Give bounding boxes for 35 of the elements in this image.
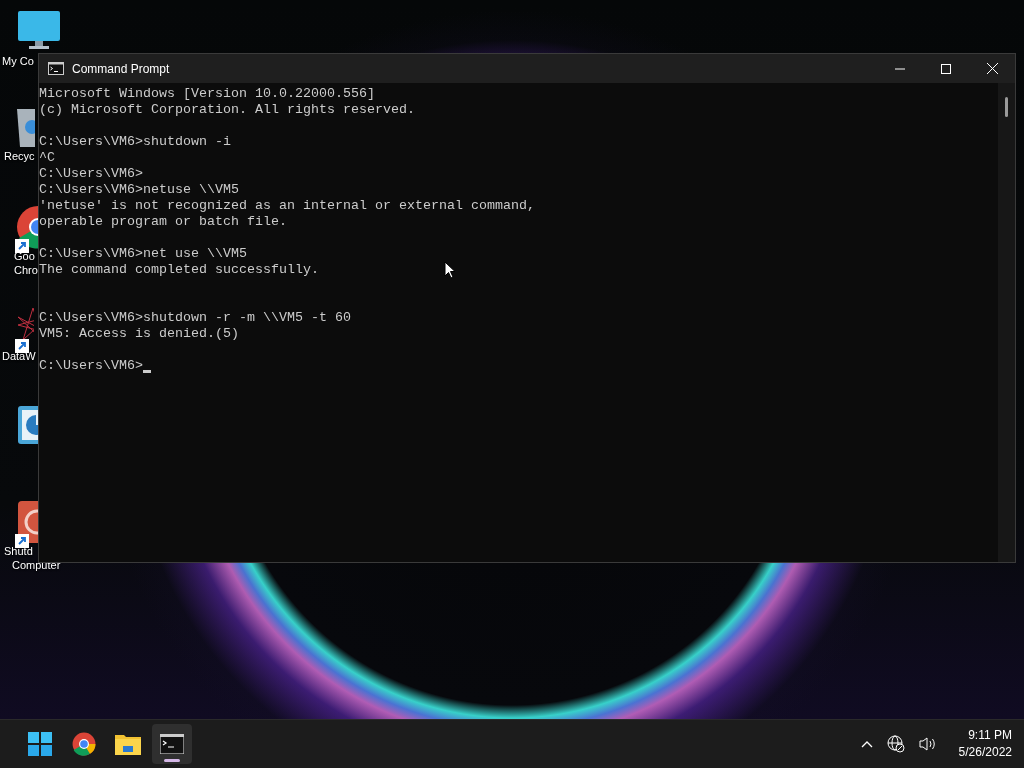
- console-line: VM5: Access is denied.(5): [39, 326, 239, 342]
- terminal-icon: [160, 734, 184, 754]
- globe-icon[interactable]: [884, 733, 907, 755]
- taskbar-app-button[interactable]: [152, 724, 192, 764]
- console-line: C:\Users\VM6>shutdown -i: [39, 134, 231, 150]
- console-line: C:\Users\VM6>netuse \\VM5: [39, 182, 239, 198]
- folder-icon: [115, 733, 141, 755]
- desktop-icon-label[interactable]: Shutd: [4, 544, 33, 558]
- maximize-icon: [941, 63, 951, 74]
- windows-logo-icon: [28, 732, 52, 756]
- desktop-icon-label[interactable]: Computer: [12, 558, 61, 572]
- desktop-icon-label[interactable]: Chro: [14, 263, 38, 277]
- desktop-icon-label[interactable]: Recyc: [4, 149, 35, 163]
- console-line: C:\Users\VM6>shutdown -r -m \\VM5 -t 60: [39, 310, 351, 326]
- console-line: Microsoft Windows [Version 10.0.22000.556]: [39, 86, 375, 102]
- mouse-pointer-icon: [444, 261, 456, 279]
- console-line: (c) Microsoft Corporation. All rights reserved.: [39, 102, 415, 118]
- console-line: C:\Users\VM6>: [39, 166, 143, 182]
- terminal-icon: [48, 62, 64, 75]
- console-line: 'netuse' is not recognized as an internal or external command,: [39, 198, 535, 214]
- scrollbar-track[interactable]: [998, 83, 1015, 562]
- pie-chart-icon: [17, 405, 38, 445]
- desktop-icon-label[interactable]: My Co: [2, 54, 34, 68]
- monitor-icon: [17, 10, 61, 50]
- console-line: C:\Users\VM6>net use \\VM5: [39, 246, 247, 262]
- chrome-icon: [72, 732, 96, 756]
- clock[interactable]: 9:11 PM 5/26/2022: [958, 727, 1012, 761]
- console-line: The command completed successfully.: [39, 262, 319, 278]
- console-line: C:\Users\VM6>: [39, 358, 143, 374]
- desktop-icon-label[interactable]: DataW: [2, 349, 36, 363]
- window-title: Command Prompt: [72, 61, 171, 76]
- scrollbar-thumb[interactable]: [1005, 97, 1008, 117]
- close-icon: [986, 63, 998, 74]
- console-line: ^C: [39, 150, 55, 166]
- console-line: operable program or batch file.: [39, 214, 287, 230]
